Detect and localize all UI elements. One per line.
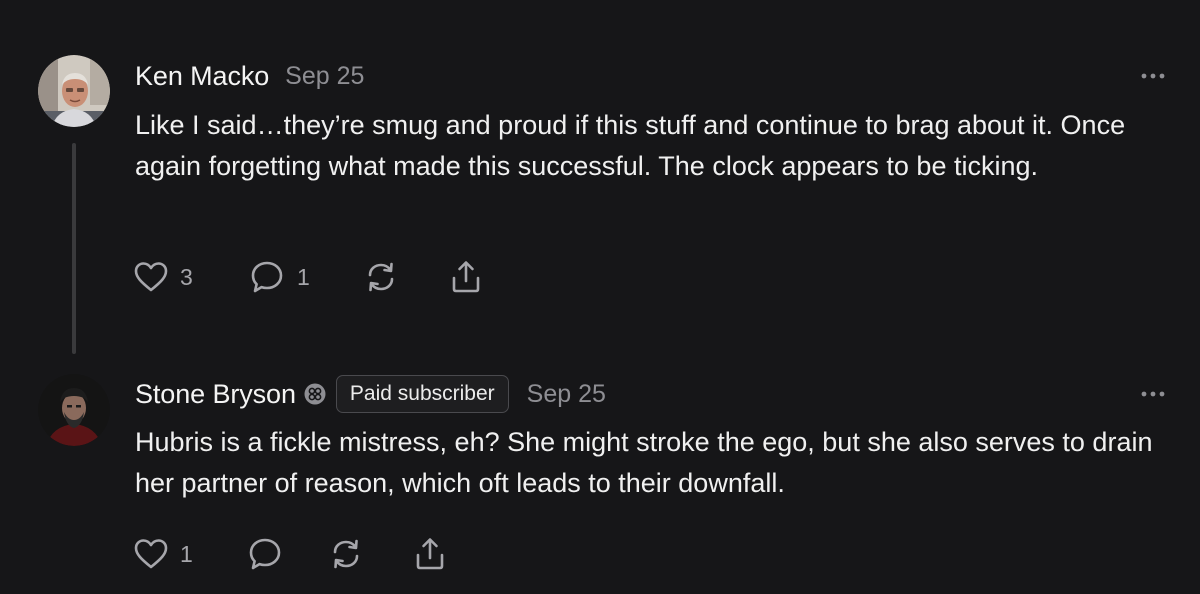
avatar-image (38, 55, 110, 127)
comment-header: Stone Bryson Paid subscriber Sep 25 (135, 374, 606, 414)
restack-button[interactable] (329, 537, 413, 571)
author-name[interactable]: Stone Bryson (135, 379, 296, 410)
comment-date[interactable]: Sep 25 (285, 62, 364, 91)
comment-date[interactable]: Sep 25 (527, 380, 606, 409)
heart-icon (134, 539, 168, 569)
reply-button[interactable]: 1 (249, 259, 364, 295)
thread-line (72, 143, 76, 354)
author-name[interactable]: Ken Macko (135, 61, 269, 92)
comment-header: Ken Macko Sep 25 (135, 56, 364, 96)
ellipsis-icon[interactable] (1140, 389, 1166, 399)
speech-bubble-icon (249, 538, 281, 570)
restack-button[interactable] (364, 260, 449, 294)
ellipsis-icon[interactable] (1140, 71, 1166, 81)
comment-body: Hubris is a fickle mistress, eh? She mig… (135, 427, 1153, 498)
like-button[interactable]: 3 (134, 261, 249, 293)
avatar[interactable] (38, 374, 110, 446)
like-count: 1 (180, 540, 193, 567)
comment: Stone Bryson Paid subscriber Sep 25 Hubr… (0, 354, 1200, 594)
like-count: 3 (180, 263, 193, 290)
avatar[interactable] (38, 55, 110, 127)
share-icon (416, 538, 444, 570)
reply-count: 1 (297, 263, 310, 290)
share-button[interactable] (449, 259, 483, 295)
reply-button[interactable] (247, 536, 329, 572)
speech-bubble-icon (251, 261, 283, 293)
founding-supporter-icon (304, 383, 326, 405)
restack-icon (368, 262, 394, 292)
like-button[interactable]: 1 (134, 538, 247, 570)
heart-icon (134, 262, 168, 292)
comment-thread: Ken Macko Sep 25 Like I said…they’re smu… (0, 0, 1200, 594)
comment-actions: 3 1 (134, 257, 483, 297)
restack-icon (333, 539, 359, 569)
share-button[interactable] (413, 536, 447, 572)
share-icon (452, 261, 480, 293)
paid-subscriber-badge: Paid subscriber (335, 375, 509, 413)
comment: Ken Macko Sep 25 Like I said…they’re smu… (0, 0, 1200, 354)
comment-actions: 1 (134, 534, 447, 574)
avatar-image (38, 374, 110, 446)
comment-body: Like I said…they’re smug and proud if th… (135, 110, 1126, 181)
